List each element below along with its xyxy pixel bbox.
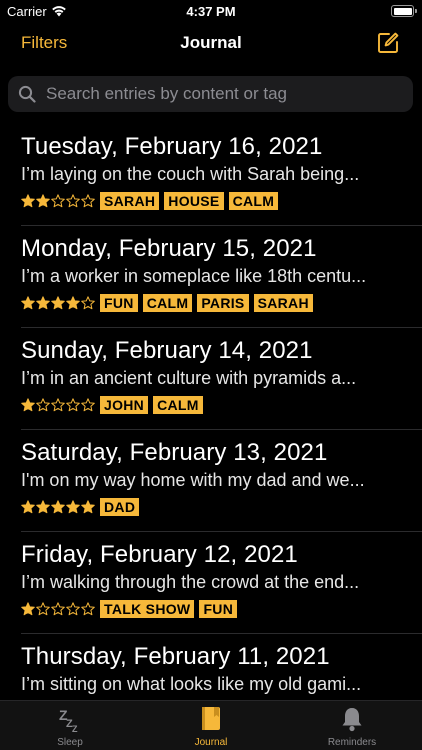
entry-tag: DAD [100, 498, 140, 516]
search-bar[interactable] [8, 76, 413, 112]
star-rating [21, 194, 95, 208]
star-rating [21, 398, 95, 412]
app-screen: Carrier 4:37 PM Filters Journal Tuesday,… [0, 0, 422, 750]
star-empty-icon [51, 194, 65, 208]
star-rating [21, 602, 95, 616]
tab-bar: Z Z Z Sleep Journal Reminders [0, 700, 422, 750]
journal-entry[interactable]: Sunday, February 14, 2021 I’m in an ancie… [21, 328, 422, 430]
star-empty-icon [66, 194, 80, 208]
star-filled-icon [66, 296, 80, 310]
journal-entry[interactable]: Friday, February 12, 2021 I’m walking thr… [21, 532, 422, 634]
entry-meta: DAD [21, 498, 144, 516]
tab-sleep[interactable]: Z Z Z Sleep [0, 701, 140, 750]
journal-book-icon [197, 705, 225, 733]
entry-preview: I’m a worker in someplace like 18th cent… [21, 266, 367, 286]
entry-date: Saturday, February 13, 2021 [21, 439, 328, 466]
star-empty-icon [51, 398, 65, 412]
status-bar: Carrier 4:37 PM [0, 0, 422, 24]
sleep-icon: ZZZ [56, 705, 84, 734]
journal-entry[interactable]: Monday, February 15, 2021 I’m a worker in… [21, 226, 422, 328]
entry-tag: JOHN [100, 396, 149, 414]
star-filled-icon [36, 194, 50, 208]
tab-label: Sleep [57, 737, 83, 748]
star-filled-icon [51, 500, 65, 514]
entry-tag: FUN [199, 600, 238, 618]
entry-preview: I’m laying on the couch with Sarah being… [21, 164, 360, 184]
star-empty-icon [81, 602, 95, 616]
star-empty-icon [81, 194, 95, 208]
battery-icon [391, 5, 417, 17]
star-filled-icon [81, 500, 95, 514]
tab-label: Journal [194, 737, 228, 748]
star-filled-icon [66, 500, 80, 514]
entry-meta: JOHN CALM [21, 396, 208, 414]
entry-list: Tuesday, February 16, 2021 I’m laying on … [0, 124, 422, 700]
entry-tag: TALK SHOW [100, 600, 195, 618]
search-icon [18, 85, 36, 103]
entry-tag: FUN [100, 294, 138, 312]
star-filled-icon [21, 194, 35, 208]
star-empty-icon [81, 398, 95, 412]
status-time: 4:37 PM [186, 4, 236, 19]
entry-date: Friday, February 12, 2021 [21, 541, 298, 568]
entry-tag: SARAH [253, 294, 313, 312]
entry-preview: I’m sitting on what looks like my old ga… [21, 674, 362, 694]
tab-reminders[interactable]: Reminders [282, 701, 422, 750]
star-empty-icon [66, 602, 80, 616]
entry-preview: I’m walking through the crowd at the end… [21, 572, 360, 592]
star-empty-icon [36, 602, 50, 616]
star-empty-icon [51, 602, 65, 616]
star-empty-icon [66, 398, 80, 412]
star-filled-icon [36, 500, 50, 514]
entry-preview: I’m in an ancient culture with pyramids … [21, 368, 357, 388]
star-empty-icon [81, 296, 95, 310]
entry-date: Sunday, February 14, 2021 [21, 337, 313, 364]
entry-meta: TALK SHOW FUN [21, 600, 242, 618]
star-filled-icon [21, 398, 35, 412]
entry-tag: HOUSE [164, 192, 224, 210]
compose-icon[interactable] [376, 31, 400, 55]
journal-entry[interactable]: Saturday, February 13, 2021 I'm on my way… [21, 430, 422, 532]
star-filled-icon [21, 500, 35, 514]
entry-tag: CALM [142, 294, 193, 312]
entry-meta: FUN CALM PARIS SARAH [21, 294, 318, 312]
entry-tag: CALM [228, 192, 279, 210]
entry-date: Monday, February 15, 2021 [21, 235, 317, 262]
star-filled-icon [21, 602, 35, 616]
star-rating [21, 296, 95, 310]
star-filled-icon [51, 296, 65, 310]
tab-journal[interactable]: Journal [141, 701, 281, 750]
star-filled-icon [36, 296, 50, 310]
page-title: Journal [180, 33, 242, 52]
entry-meta: SARAH HOUSE CALM [21, 192, 283, 210]
entry-date: Tuesday, February 16, 2021 [21, 133, 323, 160]
star-empty-icon [36, 398, 50, 412]
entry-tag: CALM [153, 396, 203, 414]
svg-text:Z: Z [72, 724, 78, 733]
journal-entry[interactable]: Thursday, February 11, 2021 I’m sitting o… [21, 634, 422, 700]
journal-entry[interactable]: Tuesday, February 16, 2021 I’m laying on … [21, 124, 422, 226]
entry-preview: I'm on my way home with my dad and we... [21, 470, 365, 490]
bell-icon [338, 705, 366, 733]
entry-date: Thursday, February 11, 2021 [21, 643, 330, 670]
search-input[interactable] [46, 76, 406, 112]
star-filled-icon [21, 296, 35, 310]
entry-tag: SARAH [100, 192, 160, 210]
entry-tag: PARIS [197, 294, 249, 312]
star-rating [21, 500, 95, 514]
tab-label: Reminders [327, 737, 377, 748]
